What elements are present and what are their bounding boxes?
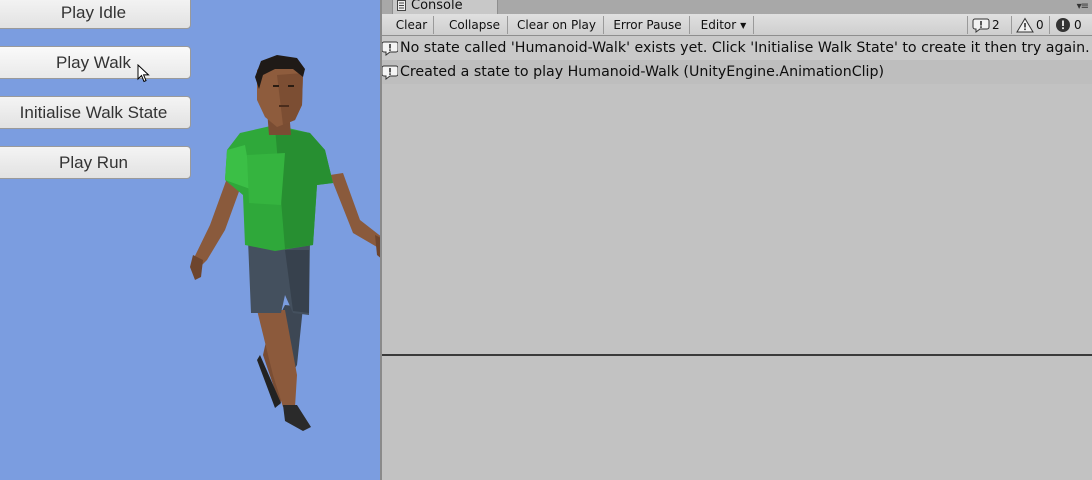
console-window: Console ▾≡ Clear Collapse Clear on Play … (380, 0, 1092, 480)
collapse-button[interactable]: Collapse (442, 16, 508, 34)
log-entry-text: Created a state to play Humanoid-Walk (U… (400, 64, 885, 80)
warning-count: 0 (1036, 18, 1044, 32)
tab-strip: Console ▾≡ (382, 0, 1092, 14)
game-view: Play Idle Play Walk Initialise Walk Stat… (0, 0, 380, 480)
log-count: 2 (992, 18, 1000, 32)
log-list: No state called 'Humanoid-Walk' exists y… (382, 36, 1092, 84)
log-count-toggle[interactable]: 2 (967, 16, 1011, 34)
info-icon (972, 18, 990, 33)
initialise-walk-state-button[interactable]: Initialise Walk State (0, 96, 191, 129)
error-pause-button[interactable]: Error Pause (606, 16, 690, 34)
caret-down-icon: ▼ (740, 20, 747, 30)
warning-count-toggle[interactable]: 0 (1011, 16, 1049, 34)
log-list-empty-area (382, 84, 1092, 354)
console-toolbar: Clear Collapse Clear on Play Error Pause… (382, 14, 1092, 36)
tab-console-label: Console (411, 0, 463, 13)
log-entry[interactable]: No state called 'Humanoid-Walk' exists y… (382, 36, 1092, 60)
clear-on-play-button[interactable]: Clear on Play (510, 16, 604, 34)
log-entry[interactable]: Created a state to play Humanoid-Walk (U… (382, 60, 1092, 84)
clear-button[interactable]: Clear (390, 16, 434, 34)
info-icon (382, 41, 398, 56)
error-count-toggle[interactable]: 0 (1049, 16, 1092, 34)
editor-dropdown-label: Editor (700, 18, 737, 32)
mouse-cursor-icon (137, 64, 150, 83)
warning-icon (1016, 17, 1034, 33)
console-icon (397, 0, 406, 11)
error-icon (1056, 18, 1070, 32)
editor-dropdown[interactable]: Editor ▼ (694, 16, 754, 34)
error-count: 0 (1074, 18, 1082, 32)
humanoid-character (190, 55, 380, 431)
tab-console[interactable]: Console (392, 0, 498, 14)
tab-menu-icon[interactable]: ▾≡ (1077, 1, 1089, 12)
play-run-button[interactable]: Play Run (0, 146, 191, 179)
log-detail-pane (382, 356, 1092, 480)
log-entry-text: No state called 'Humanoid-Walk' exists y… (400, 40, 1090, 56)
play-walk-button[interactable]: Play Walk (0, 46, 191, 79)
info-icon (382, 65, 398, 80)
play-idle-button[interactable]: Play Idle (0, 0, 191, 29)
